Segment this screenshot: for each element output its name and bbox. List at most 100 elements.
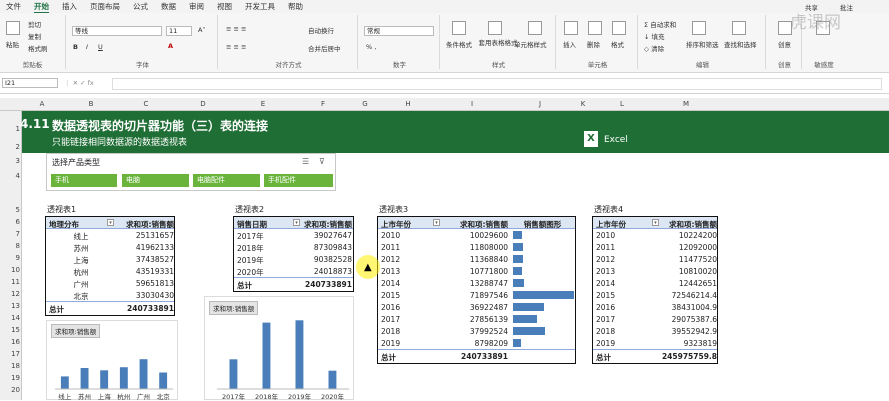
menu-item[interactable]: 页面布局 [90,1,120,12]
slicer-item-computer-accessory[interactable]: 电脑配件 [193,174,260,187]
row-header[interactable]: 17 [0,350,20,358]
column-header[interactable]: K [576,100,590,108]
row-header[interactable]: 7 [0,230,20,238]
name-box[interactable]: I21 [2,78,58,88]
pivot-table-3[interactable]: 上市年份 ▾ 求和项:销售额 销售额图形 2010 10029600 2011 1180800… [377,216,576,364]
row-header[interactable]: 13 [0,302,20,310]
conditional-format-icon[interactable] [452,21,466,35]
cut-button[interactable]: 剪切 [28,19,41,29]
currency-icon[interactable]: % , [366,43,376,51]
product-type-slicer[interactable]: 选择产品类型 ☰ ⊽ 手机 电脑 电脑配件 手机配件 [46,153,336,191]
comment-button[interactable]: 批注 [840,2,853,12]
align-top-icon[interactable]: ≡ ≡ ≡ [226,25,246,33]
paste-icon[interactable] [6,21,20,35]
column-header[interactable]: B [62,100,120,108]
underline-icon[interactable]: U [98,43,103,51]
filter-dropdown-icon[interactable]: ▾ [293,219,300,226]
row-header[interactable]: 14 [0,314,20,322]
copy-button[interactable]: 复制 [28,31,41,41]
menu-item[interactable]: 插入 [62,1,77,12]
row-header[interactable]: 12 [0,290,20,298]
sort-filter-button[interactable]: 排序和筛选 [686,39,719,49]
font-color-icon[interactable]: A [168,42,173,50]
row-header[interactable]: 9 [0,254,20,262]
menu-item[interactable]: 公式 [133,1,148,12]
font-size-select[interactable]: 11 [166,26,192,36]
formula-input[interactable] [112,78,882,90]
pivot-chart-2[interactable]: 求和项:销售额 2017年 2018年 2019年 2020年 [204,296,354,401]
wrap-text-button[interactable]: 自动换行 [308,25,334,35]
column-header[interactable]: A [22,100,62,108]
row-header[interactable]: 11 [0,278,20,286]
filter-dropdown-icon[interactable]: ▾ [107,219,114,226]
insert-button[interactable]: 插入 [563,39,576,49]
paste-button[interactable]: 粘贴 [6,39,19,49]
format-table-icon[interactable] [488,21,502,35]
italic-icon[interactable]: I [86,43,88,51]
ideas-button[interactable]: 创意 [778,39,791,49]
slicer-item-phone-accessory[interactable]: 手机配件 [264,174,333,187]
format-painter-button[interactable]: 格式刷 [28,43,48,53]
delete-icon[interactable] [588,21,602,35]
column-header[interactable]: J [504,100,576,108]
autosum-button[interactable]: Σ 自动求和 [644,19,676,29]
pivot-table-2[interactable]: 销售日期 ▾ 求和项:销售额 2017年 39027647 2018年 87309843 20… [233,216,354,292]
slicer-item-phone[interactable]: 手机 [51,174,117,187]
font-grow-icon[interactable]: A˄ [198,26,206,34]
pivot-table-4[interactable]: 上市年份 ▾ 求和项:销售额 2010 10224200 2011 12092000 2012… [592,216,718,364]
filter-dropdown-icon[interactable]: ▾ [433,219,440,226]
column-header[interactable]: I [440,100,504,108]
row-header[interactable]: 10 [0,266,20,274]
row-header[interactable]: 15 [0,326,20,334]
row-header[interactable]: 8 [0,242,20,250]
number-format-select[interactable]: 常规 [364,26,434,36]
clear-button[interactable]: ◇ 清除 [644,43,664,53]
conditional-format-button[interactable]: 条件格式 [446,39,472,49]
menu-item[interactable]: 帮助 [288,1,303,12]
align-left-icon[interactable]: ≡ ≡ ≡ [226,43,246,51]
row-header[interactable]: 4 [0,172,20,180]
format-icon[interactable] [612,21,626,35]
column-header[interactable]: C [120,100,172,108]
row-header[interactable]: 16 [0,338,20,346]
cell-style-icon[interactable] [528,21,542,35]
delete-button[interactable]: 删除 [587,39,600,49]
row-header[interactable]: 6 [0,218,20,226]
font-name-select[interactable]: 等线 [72,26,162,36]
row-header[interactable]: 19 [0,374,20,382]
menu-item[interactable]: 审阅 [189,1,204,12]
row-header[interactable]: 2 [0,143,20,151]
clear-filter-icon[interactable]: ⊽ [319,157,325,166]
merge-center-button[interactable]: 合并后居中 [308,43,341,53]
menu-item[interactable]: 文件 [6,1,21,12]
find-select-icon[interactable] [732,21,746,35]
formula-cancel-icon[interactable]: ⋮ ✕ ✓ fx [64,79,94,87]
bold-icon[interactable]: B [73,43,78,51]
slicer-item-computer[interactable]: 电脑 [122,174,189,187]
column-header[interactable]: D [172,100,234,108]
column-header[interactable]: F [292,100,354,108]
sort-filter-icon[interactable] [692,21,706,35]
row-header[interactable]: 3 [0,157,20,165]
find-select-button[interactable]: 查找和选择 [724,39,757,49]
column-header[interactable]: H [376,100,440,108]
row-header[interactable]: 5 [0,206,20,214]
menu-item[interactable]: 数据 [161,1,176,12]
pivot-table-1[interactable]: 地理分布 ▾ 求和项:销售额 线上 25131657 苏州 41962133 上海 374385… [45,216,175,316]
menu-item[interactable]: 视图 [217,1,232,12]
column-header[interactable]: L [590,100,654,108]
menu-item[interactable]: 开发工具 [245,1,275,12]
pivot-chart-1[interactable]: 求和项:销售额 线上 苏州 上海 杭州 广州 北京 [46,320,178,401]
column-header[interactable]: M [654,100,718,108]
cell-style-button[interactable]: 单元格样式 [514,39,547,49]
row-header[interactable]: 18 [0,362,20,370]
column-header[interactable]: E [234,100,292,108]
row-header[interactable]: 20 [0,386,20,394]
filter-dropdown-icon[interactable]: ▾ [652,219,659,226]
row-header[interactable]: 1 [0,125,20,133]
multi-select-icon[interactable]: ☰ [302,157,309,166]
column-header[interactable]: G [354,100,376,108]
format-table-button[interactable]: 套用表格格式 [478,39,518,47]
format-button[interactable]: 格式 [611,39,624,49]
menu-item[interactable]: 开始 [34,1,49,13]
